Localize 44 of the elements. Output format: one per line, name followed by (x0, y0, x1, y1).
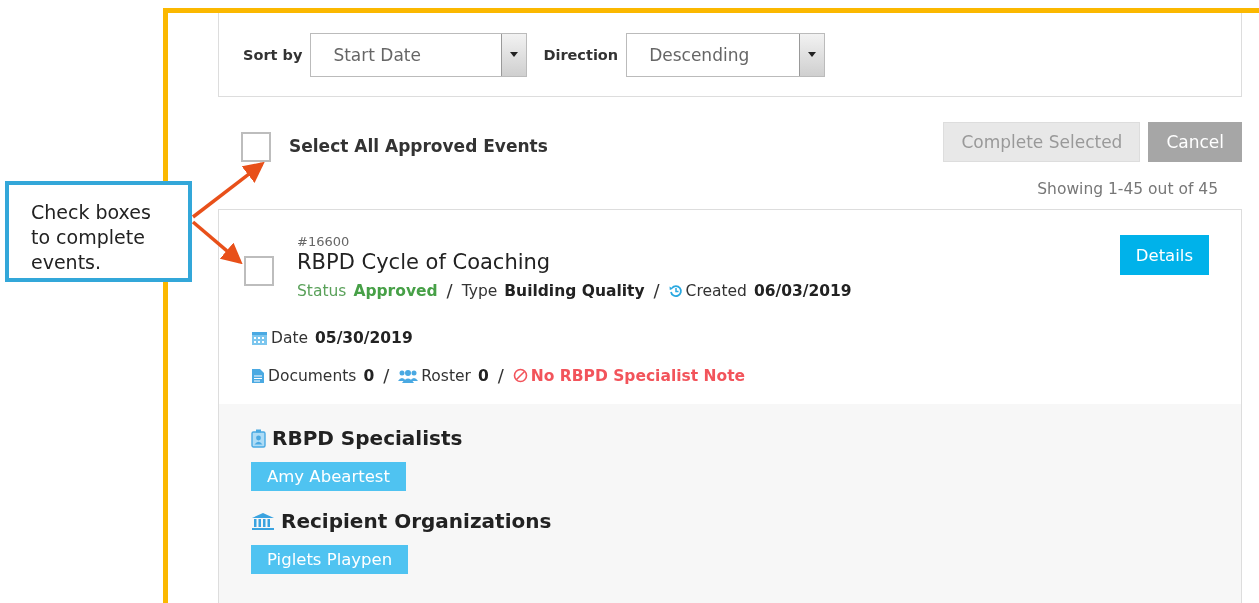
caret-icon (510, 52, 519, 57)
checkbox-label: Select All Approved Events (289, 136, 549, 156)
field-value: 05/30/2019 (315, 329, 413, 347)
history-icon (668, 283, 683, 298)
field-value: 06/03/2019 (753, 281, 852, 300)
action-button[interactable]: Cancel (1148, 122, 1242, 162)
field-value: Approved (353, 281, 438, 300)
field-label: Created (685, 281, 747, 300)
separator: / (653, 280, 660, 301)
checkbox[interactable] (244, 256, 274, 286)
name-tag: Amy Abeartest (251, 462, 406, 491)
event-number: #16600 (297, 234, 351, 249)
details-button[interactable]: Details (1119, 235, 1209, 275)
document-icon (251, 367, 265, 384)
separator: / (446, 280, 453, 301)
calendar-icon (251, 330, 268, 346)
checkbox[interactable] (241, 132, 271, 162)
section-heading: RBPD Specialists (272, 426, 463, 450)
dropdown[interactable]: Start Date (310, 32, 528, 77)
group-icon (398, 368, 419, 383)
separator: / (497, 365, 504, 386)
field-label: Type (461, 281, 498, 300)
field-value: 0 (363, 366, 375, 385)
event-title: RBPD Cycle of Coaching (297, 250, 552, 274)
caret-icon (808, 52, 817, 57)
field-value: Building Quality (504, 281, 645, 300)
separator: / (383, 365, 390, 386)
result-count: Showing 1-45 out of 45 (1036, 180, 1219, 198)
name-tag: Piglets Playpen (251, 545, 409, 574)
section-heading: Recipient Organizations (281, 509, 552, 533)
field-label: Documents (268, 366, 357, 385)
badge-icon (251, 428, 266, 448)
field-value: 0 (477, 366, 489, 385)
arrow (191, 220, 243, 265)
warning-text: No RBPD Specialist Note (530, 366, 746, 385)
callout-text: Check boxes to complete events. (31, 200, 152, 275)
field-label: Roster (421, 366, 471, 385)
field-label: Status (297, 281, 347, 300)
dropdown[interactable]: Descending (626, 32, 826, 77)
field-label: Date (271, 329, 309, 347)
prohibited-icon (512, 368, 528, 383)
field-label: Direction (543, 46, 619, 63)
field-label: Sort by (243, 46, 303, 63)
building-icon (251, 512, 275, 530)
